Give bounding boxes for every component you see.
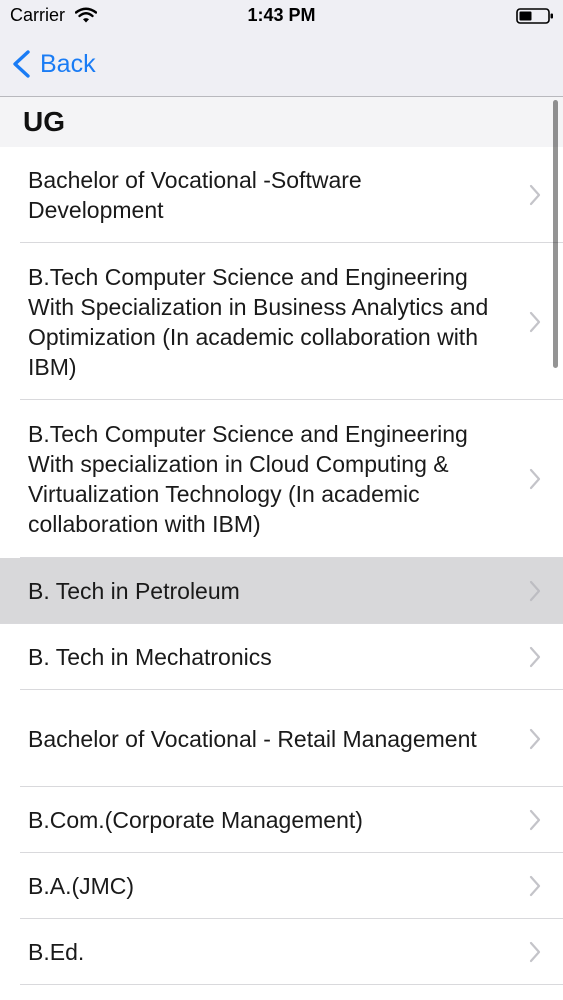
- list-item-selected[interactable]: B. Tech in Petroleum: [0, 558, 563, 624]
- list-item-label: B.Com.(Corporate Management): [28, 807, 363, 833]
- list-item-label: B. Tech in Petroleum: [28, 578, 240, 604]
- list-item[interactable]: B.Tech Computer Science and Engineering …: [0, 400, 563, 558]
- back-label: Back: [40, 49, 96, 78]
- list-item-label: Bachelor of Vocational - Retail Manageme…: [28, 725, 477, 752]
- chevron-right-icon: [529, 468, 541, 490]
- chevron-right-icon: [529, 875, 541, 897]
- list-item[interactable]: Bachelor of Vocational - Retail Manageme…: [0, 690, 563, 787]
- chevron-right-icon: [529, 184, 541, 206]
- vertical-scrollbar[interactable]: [553, 100, 558, 368]
- list-item-label: B.Tech Computer Science and Engineering …: [28, 421, 468, 537]
- list-item-label: B.Ed.: [28, 939, 85, 965]
- list-item-label: Bachelor of Vocational -Software Develop…: [28, 167, 362, 223]
- navigation-bar: Back: [0, 32, 563, 97]
- list-item[interactable]: B.Tech Computer Science and Engineering …: [0, 243, 563, 400]
- status-bar: Carrier 1:43 PM: [0, 0, 563, 32]
- chevron-right-icon: [529, 941, 541, 963]
- chevron-right-icon: [529, 580, 541, 602]
- section-header: UG: [0, 97, 563, 147]
- list-item[interactable]: B.Ed.: [0, 919, 563, 985]
- program-list: Bachelor of Vocational -Software Develop…: [0, 147, 563, 985]
- list-item[interactable]: B.A.(JMC): [0, 853, 563, 919]
- chevron-right-icon: [529, 311, 541, 332]
- chevron-right-icon: [529, 728, 541, 749]
- chevron-right-icon: [529, 646, 541, 668]
- section-title: UG: [23, 106, 65, 137]
- chevron-left-icon: [13, 50, 30, 78]
- list-item[interactable]: B.Com.(Corporate Management): [0, 787, 563, 853]
- list-item-label: B.A.(JMC): [28, 873, 135, 899]
- list-item-label: B.Tech Computer Science and Engineering …: [28, 263, 489, 380]
- status-time: 1:43 PM: [247, 5, 316, 25]
- list-item-label: B. Tech in Mechatronics: [28, 644, 272, 670]
- list-item[interactable]: B. Tech in Mechatronics: [0, 624, 563, 690]
- battery-icon: [516, 8, 553, 24]
- back-button[interactable]: Back: [10, 46, 96, 82]
- list-item[interactable]: Bachelor of Vocational -Software Develop…: [0, 147, 563, 243]
- chevron-right-icon: [529, 809, 541, 831]
